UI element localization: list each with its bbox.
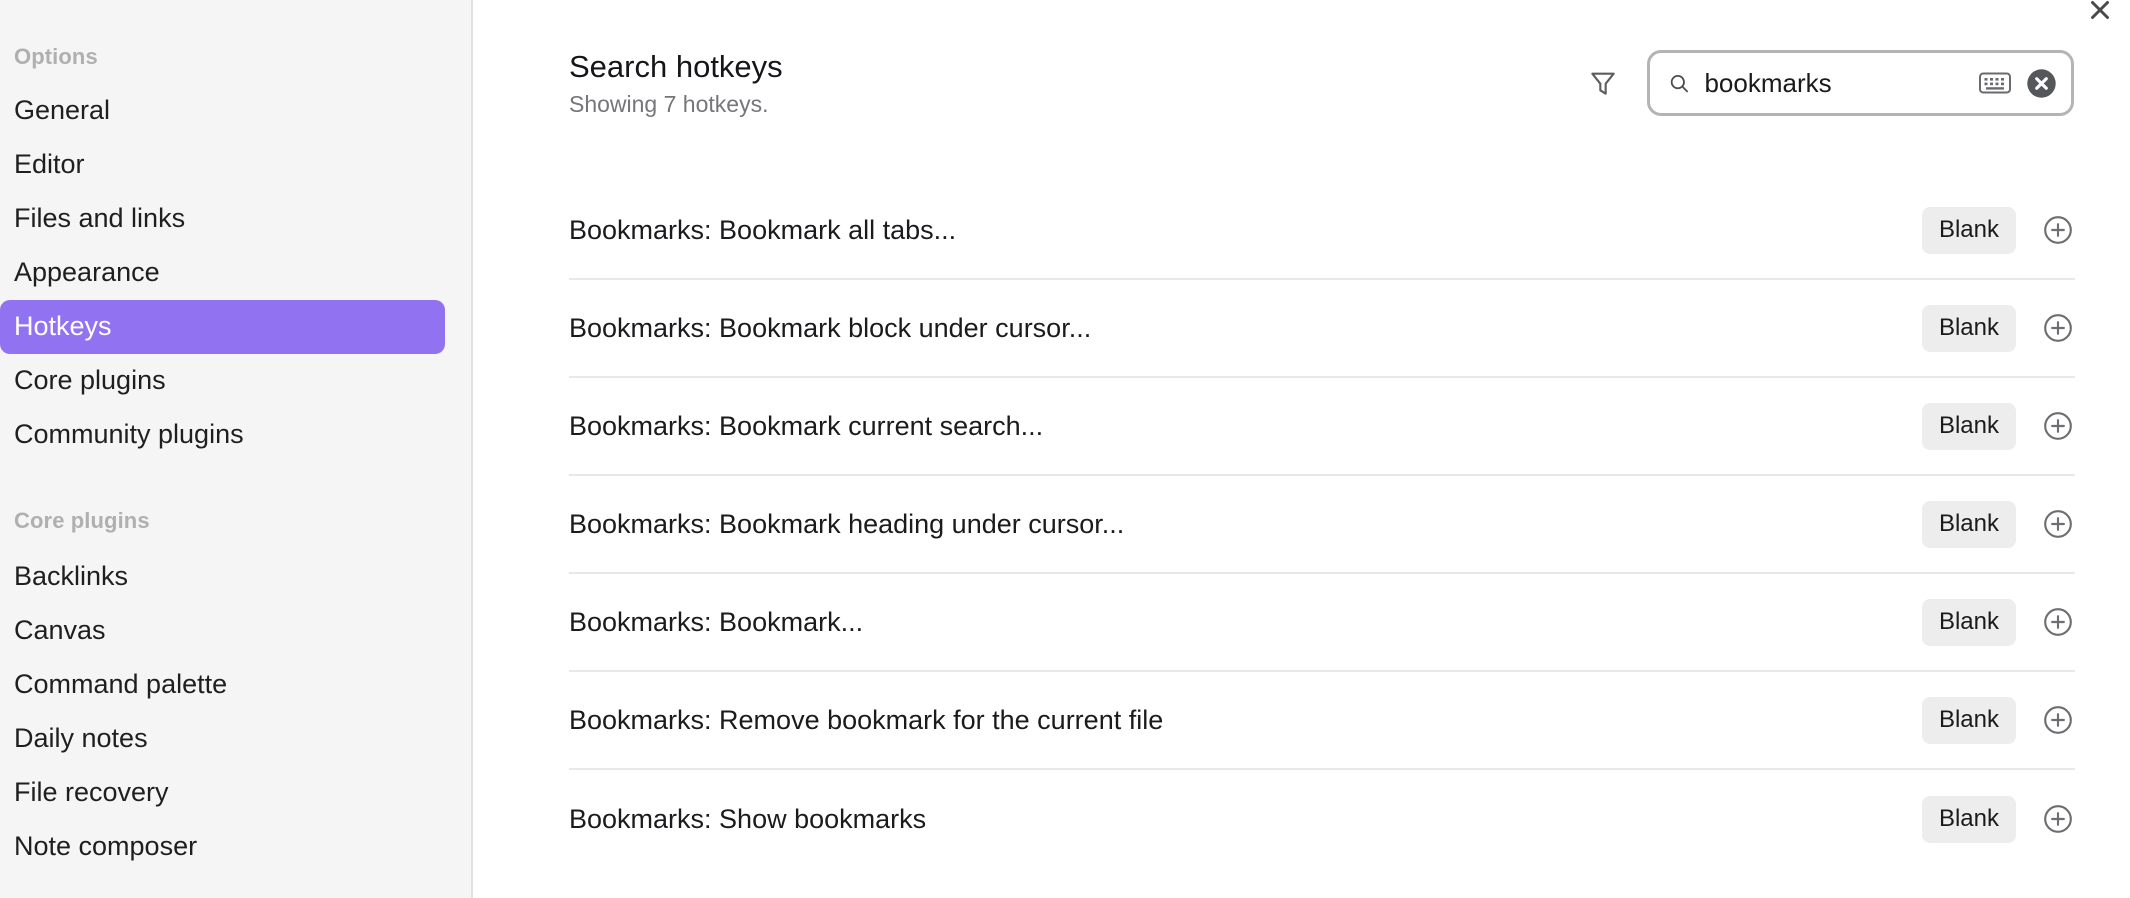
hotkey-row: Bookmarks: Bookmark all tabs... Blank	[569, 182, 2075, 280]
sidebar-item-editor[interactable]: Editor	[0, 138, 445, 192]
add-hotkey-button[interactable]	[2042, 508, 2074, 540]
hotkey-binding-button[interactable]: Blank	[1921, 402, 2016, 450]
hotkey-binding-button[interactable]: Blank	[1921, 598, 2016, 646]
hotkey-search-box[interactable]	[1647, 50, 2074, 116]
filter-button[interactable]	[1581, 61, 1625, 105]
search-icon	[1670, 74, 1688, 92]
sidebar-section-core-plugins: Core plugins Backlinks Canvas Command pa…	[0, 508, 471, 874]
panel-header-text: Search hotkeys Showing 7 hotkeys.	[569, 46, 783, 116]
sidebar-item-community-plugins[interactable]: Community plugins	[0, 408, 445, 462]
plus-circle-icon	[2044, 412, 2072, 440]
hotkey-row: Bookmarks: Bookmark block under cursor..…	[569, 280, 2075, 378]
hotkey-command-label: Bookmarks: Bookmark current search...	[569, 410, 1044, 441]
clear-search-button[interactable]	[2026, 68, 2057, 99]
plus-circle-icon	[2044, 314, 2072, 342]
add-hotkey-button[interactable]	[2042, 704, 2074, 736]
hotkey-count-status: Showing 7 hotkeys.	[569, 91, 769, 117]
hotkey-row-controls: Blank	[1921, 402, 2074, 450]
hotkey-row-controls: Blank	[1921, 304, 2074, 352]
hotkey-command-label: Bookmarks: Bookmark heading under cursor…	[569, 508, 1125, 539]
sidebar-section-title-core-plugins: Core plugins	[14, 508, 150, 533]
hotkey-list: Bookmarks: Bookmark all tabs... Blank Bo…	[569, 182, 2075, 868]
add-hotkey-button[interactable]	[2042, 606, 2074, 638]
sidebar-item-appearance[interactable]: Appearance	[0, 246, 445, 300]
clear-icon	[2027, 68, 2056, 98]
hotkey-row-controls: Blank	[1921, 500, 2074, 548]
settings-sidebar: Options General Editor Files and links A…	[0, 0, 473, 898]
sidebar-item-file-recovery[interactable]: File recovery	[0, 766, 445, 820]
sidebar-section-options: Options General Editor Files and links A…	[0, 44, 471, 462]
sidebar-item-files-and-links[interactable]: Files and links	[0, 192, 445, 246]
hotkey-row: Bookmarks: Bookmark... Blank	[569, 574, 2075, 672]
hotkey-binding-button[interactable]: Blank	[1921, 304, 2016, 352]
add-hotkey-button[interactable]	[2042, 312, 2074, 344]
hotkey-row: Bookmarks: Remove bookmark for the curre…	[569, 672, 2075, 770]
hotkey-binding-button[interactable]: Blank	[1921, 696, 2016, 744]
hotkey-command-label: Bookmarks: Show bookmarks	[569, 803, 927, 834]
hotkey-command-label: Bookmarks: Bookmark block under cursor..…	[569, 312, 1092, 343]
plus-circle-icon	[2044, 805, 2072, 833]
sidebar-item-general[interactable]: General	[0, 84, 445, 138]
plus-circle-icon	[2044, 510, 2072, 538]
hotkey-row: Bookmarks: Show bookmarks Blank	[569, 770, 2075, 868]
sidebar-item-note-composer[interactable]: Note composer	[0, 820, 445, 874]
hotkey-row-controls: Blank	[1921, 696, 2074, 744]
hotkey-command-label: Bookmarks: Bookmark...	[569, 606, 864, 637]
plus-circle-icon	[2044, 706, 2072, 734]
add-hotkey-button[interactable]	[2042, 410, 2074, 442]
panel-header: Search hotkeys Showing 7 hotkeys.	[569, 0, 2075, 122]
hotkey-row: Bookmarks: Bookmark current search... Bl…	[569, 378, 2075, 476]
hotkey-binding-button[interactable]: Blank	[1921, 206, 2016, 254]
filter-icon	[1591, 72, 1615, 95]
sidebar-item-hotkeys[interactable]: Hotkeys	[0, 300, 445, 354]
hotkey-command-label: Bookmarks: Remove bookmark for the curre…	[569, 704, 1164, 735]
sidebar-item-core-plugins[interactable]: Core plugins	[0, 354, 445, 408]
close-settings-button[interactable]	[2076, 0, 2124, 34]
hotkey-row-controls: Blank	[1921, 206, 2074, 254]
settings-window: Options General Editor Files and links A…	[0, 0, 2130, 898]
sidebar-item-canvas[interactable]: Canvas	[0, 604, 445, 658]
keyboard-icon	[1979, 72, 2011, 94]
hotkey-row: Bookmarks: Bookmark heading under cursor…	[569, 476, 2075, 574]
sidebar-item-backlinks[interactable]: Backlinks	[0, 550, 445, 604]
plus-circle-icon	[2044, 216, 2072, 244]
hotkey-row-controls: Blank	[1921, 795, 2074, 843]
hotkey-row-controls: Blank	[1921, 598, 2074, 646]
hotkey-command-label: Bookmarks: Bookmark all tabs...	[569, 214, 957, 245]
panel-header-controls	[1581, 46, 2075, 116]
plus-circle-icon	[2044, 608, 2072, 636]
search-input[interactable]	[1704, 67, 1964, 99]
page-title: Search hotkeys	[569, 49, 783, 84]
hotkey-binding-button[interactable]: Blank	[1921, 795, 2016, 843]
add-hotkey-button[interactable]	[2042, 214, 2074, 246]
close-icon	[2091, 1, 2109, 19]
sidebar-item-command-palette[interactable]: Command palette	[0, 658, 445, 712]
hotkeys-settings-panel: Search hotkeys Showing 7 hotkeys. bookma…	[473, 0, 2130, 898]
sidebar-item-daily-notes[interactable]: Daily notes	[0, 712, 445, 766]
keyboard-shortcut-button[interactable]	[1978, 70, 2012, 96]
add-hotkey-button[interactable]	[2042, 803, 2074, 835]
hotkey-binding-button[interactable]: Blank	[1921, 500, 2016, 548]
sidebar-section-title-options: Options	[14, 44, 98, 69]
